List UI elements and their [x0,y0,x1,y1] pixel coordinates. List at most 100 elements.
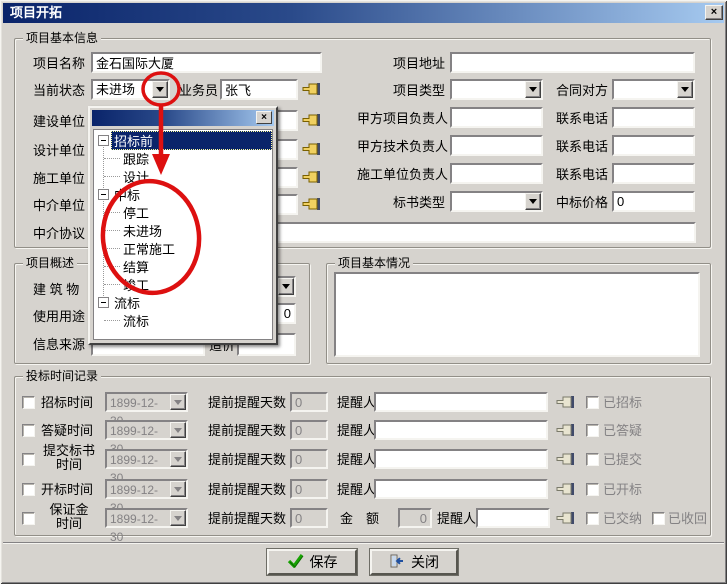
window-titlebar[interactable]: 项目开拓 [3,3,724,23]
date-picker: 1899-12-30 [105,479,188,499]
reminder-input[interactable] [476,508,550,528]
tree-item-tracking[interactable]: 跟踪 [94,149,272,167]
current-status-combobox[interactable]: 未进场 [91,79,170,100]
date-picker: 1899-12-30 [105,449,188,469]
salesman-label: 业务员 [179,83,218,99]
hand-pointer-icon[interactable] [556,451,575,467]
tree-item-label: 流标 [120,311,152,330]
tree-item-settlement[interactable]: 结算 [94,257,272,275]
bid-row-label: 招标时间 [41,395,93,411]
tree-item-pre-bid[interactable]: 招标前 [94,131,272,149]
chevron-down-icon[interactable] [677,81,693,98]
hand-pointer-icon[interactable] [302,112,321,128]
tree-branch-icon [104,266,120,267]
overview-group-title: 项目概述 [23,256,77,271]
win-price-input[interactable] [612,191,695,212]
project-name-input[interactable] [91,52,322,73]
tree-branch-icon [104,158,120,159]
hand-pointer-icon[interactable] [302,81,321,97]
days-value: 0 [290,449,328,469]
tree-item-design[interactable]: 设计 [94,167,272,185]
info-source-label: 信息来源 [33,337,85,353]
phone-label: 联系电话 [556,111,608,127]
chevron-down-icon[interactable] [525,193,541,210]
reminder-input[interactable] [374,392,548,412]
done-label: 已招标 [603,395,642,411]
project-address-input[interactable] [450,52,695,73]
reminder-label: 提醒人 [337,423,376,439]
design-unit-label: 设计单位 [33,143,85,159]
window-close-button[interactable]: × [705,5,723,20]
tree-item-stopped[interactable]: 停工 [94,203,272,221]
project-development-dialog: { "window": { "title": "项目开拓", "close_gl… [0,0,727,584]
bid-time-checkbox[interactable] [22,453,35,466]
save-button[interactable]: 保存 [267,549,357,575]
chevron-down-icon [170,510,186,526]
contract-party-label: 合同对方 [556,83,608,99]
hand-pointer-icon[interactable] [302,196,321,212]
done-checkbox[interactable] [586,483,599,496]
popup-titlebar[interactable]: × [92,110,274,126]
party-a-pm-phone-input[interactable] [612,107,695,128]
done-checkbox[interactable] [586,424,599,437]
builder-pm-label: 施工单位负责人 [357,167,448,183]
popup-close-button[interactable]: × [256,111,272,124]
phone-label: 联系电话 [556,167,608,183]
refunded-checkbox[interactable] [652,512,665,525]
reminder-input[interactable] [374,420,548,440]
days-label: 提前提醒天数 [208,511,286,527]
done-checkbox[interactable] [586,453,599,466]
tree-item-completed[interactable]: 竣工 [94,275,272,293]
hand-pointer-icon[interactable] [556,510,575,526]
bid-doc-type-combobox[interactable] [450,191,543,212]
reminder-input[interactable] [374,479,548,499]
project-type-label: 项目类型 [393,83,445,99]
close-button[interactable]: 关闭 [370,549,458,575]
hand-pointer-icon[interactable] [302,169,321,185]
hand-pointer-icon[interactable] [556,394,575,410]
party-a-pm-label: 甲方项目负责人 [357,111,448,127]
tree-item-failed-bid[interactable]: 流标 [94,293,272,311]
salesman-input[interactable] [220,79,298,100]
project-type-combobox[interactable] [450,79,543,100]
paid-checkbox[interactable] [586,512,599,525]
builder-pm-input[interactable] [450,163,543,184]
current-status-dropdown-button[interactable] [152,81,168,98]
date-picker: 1899-12-30 [105,420,188,440]
collapse-icon[interactable] [98,297,109,308]
check-icon [287,553,304,571]
tree-item-won-bid[interactable]: 中标 [94,185,272,203]
hand-pointer-icon[interactable] [302,141,321,157]
bid-time-checkbox[interactable] [22,483,35,496]
collapse-icon[interactable] [98,189,109,200]
reminder-label: 提醒人 [337,395,376,411]
tree-branch-icon [104,212,120,213]
bid-time-checkbox[interactable] [22,396,35,409]
reminder-label: 提醒人 [337,452,376,468]
tree-item-label: 招标前 [111,131,272,150]
bid-row-label: 保证金 时间 [45,503,93,531]
done-checkbox[interactable] [586,396,599,409]
chevron-down-icon[interactable] [278,278,294,295]
reminder-input[interactable] [374,449,548,469]
chevron-down-icon[interactable] [525,81,541,98]
phone-label: 联系电话 [556,139,608,155]
party-a-pm-input[interactable] [450,107,543,128]
contract-party-combobox[interactable] [612,79,695,100]
tree-item-normal-construction[interactable]: 正常施工 [94,239,272,257]
party-a-tech-phone-input[interactable] [612,135,695,156]
tree-branch-icon [104,230,120,231]
tree-branch-icon [104,248,120,249]
bid-time-checkbox[interactable] [22,424,35,437]
chevron-down-icon [170,394,186,410]
tree-item-failed-bid-child[interactable]: 流标 [94,311,272,329]
bid-time-checkbox[interactable] [22,512,35,525]
builder-pm-phone-input[interactable] [612,163,695,184]
party-a-tech-input[interactable] [450,135,543,156]
footer-separator [3,542,724,544]
tree-item-not-entered[interactable]: 未进场 [94,221,272,239]
hand-pointer-icon[interactable] [556,481,575,497]
situation-textarea[interactable] [334,272,700,357]
hand-pointer-icon[interactable] [556,422,575,438]
collapse-icon[interactable] [98,135,109,146]
